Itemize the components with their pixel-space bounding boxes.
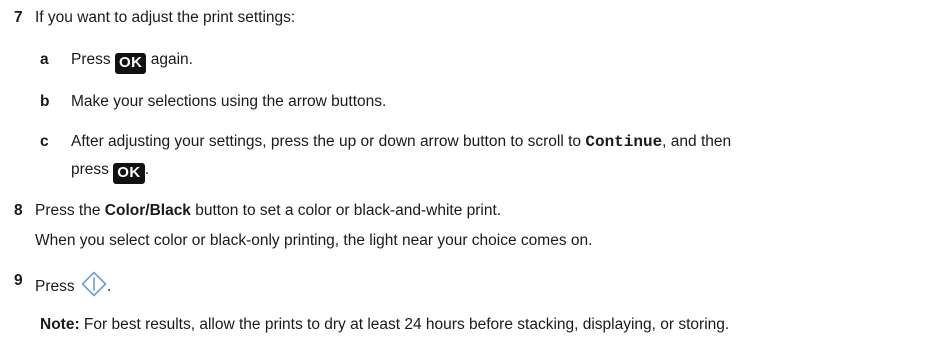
substep-text: After adjusting your settings, press the… — [71, 133, 582, 150]
substep-letter: b — [40, 93, 50, 110]
substep-a: Press OK again. — [71, 50, 193, 74]
substep-letter: a — [40, 51, 49, 68]
step-text: Press the — [35, 202, 101, 219]
substep-text: , and then — [662, 133, 732, 150]
step-text: . — [106, 278, 112, 295]
substep-c-line1: After adjusting your settings, press the… — [71, 132, 731, 152]
ok-button-icon: OK — [113, 163, 145, 184]
step-text: Press — [35, 278, 75, 295]
step-9-line: Press . — [35, 271, 111, 297]
substep-text: Make your selections using the arrow but… — [71, 93, 387, 110]
substep-text: press — [71, 161, 109, 178]
start-button-icon — [81, 271, 107, 297]
substep-c-line2: press OK. — [71, 160, 149, 184]
note: Note: For best results, allow the prints… — [40, 315, 729, 335]
ok-button-icon: OK — [114, 53, 147, 74]
step-detail: When you select color or black-only prin… — [35, 232, 593, 249]
substep-text: again. — [150, 51, 193, 68]
step-text: If you want to adjust the print settings… — [35, 9, 296, 26]
substep-letter: c — [40, 133, 49, 150]
step-number: 7 — [14, 9, 23, 26]
note-text: For best results, allow the prints to dr… — [83, 316, 730, 333]
substep-text: . — [144, 161, 150, 178]
color-black-button-name: Color/Black — [104, 202, 191, 219]
note-label: Note: — [40, 316, 80, 333]
step-8-line: Press the Color/Black button to set a co… — [35, 201, 501, 221]
substep-text: Press — [71, 51, 111, 68]
step-number: 9 — [14, 272, 23, 289]
step-text: button to set a color or black-and-white… — [195, 202, 502, 219]
menu-option-continue: Continue — [585, 133, 663, 151]
step-number: 8 — [14, 202, 23, 219]
